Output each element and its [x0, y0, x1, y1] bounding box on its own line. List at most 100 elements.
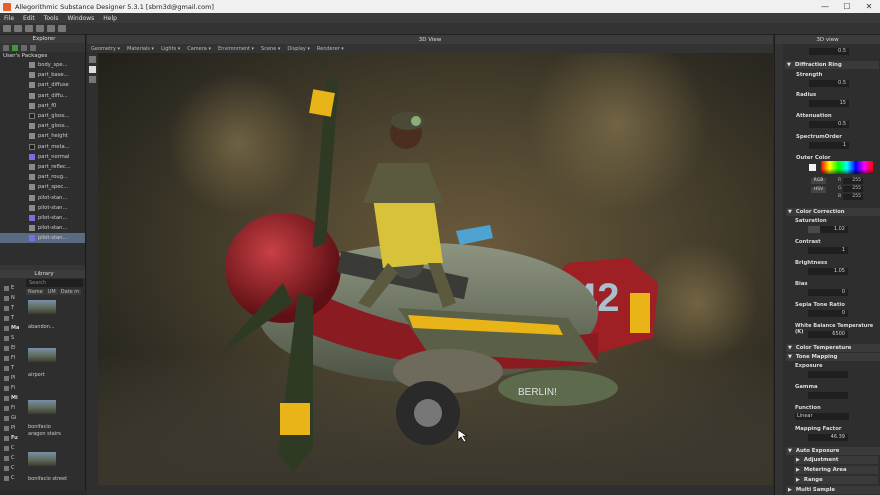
3d-render-view[interactable]: 42 BERLIN!	[98, 53, 773, 485]
rgb-mode-tag[interactable]: RGB	[811, 178, 826, 184]
menu-tools[interactable]: Tools	[44, 15, 59, 22]
gamma-field[interactable]	[808, 392, 848, 399]
menu-windows[interactable]: Windows	[67, 15, 94, 22]
open-icon[interactable]	[14, 25, 22, 32]
channel-g-field[interactable]: 255	[843, 186, 863, 192]
library-category[interactable]: Fi	[0, 403, 24, 413]
explorer-item[interactable]: part_base...	[0, 70, 85, 80]
explorer-item[interactable]: part_spec...	[0, 182, 85, 192]
viewport-menu-item[interactable]: Environment ▾	[218, 46, 254, 52]
library-category[interactable]: C	[0, 473, 24, 483]
strength-field[interactable]: 0.5	[809, 80, 849, 87]
viewport-menu-item[interactable]: Scene ▾	[261, 46, 280, 52]
menu-file[interactable]: File	[4, 15, 14, 22]
viewport-menu-item[interactable]: Display ▾	[287, 46, 310, 52]
environment-thumbnail[interactable]	[28, 400, 56, 414]
library-category[interactable]: Fi	[0, 383, 24, 393]
section-auto-exposure[interactable]: ▼ Auto Exposure	[786, 447, 880, 455]
viewport-menu-item[interactable]: Geometry ▾	[91, 46, 120, 52]
undo-icon[interactable]	[47, 25, 55, 32]
explorer-item[interactable]: part_reflec...	[0, 162, 85, 172]
library-category[interactable]: N	[0, 293, 24, 303]
top-value-field[interactable]: 0.5	[809, 48, 849, 55]
library-category[interactable]: T	[0, 303, 24, 313]
channel-r-field[interactable]: 255	[843, 178, 863, 184]
explorer-item[interactable]: body_spe...	[0, 60, 85, 70]
library-category[interactable]: El	[0, 343, 24, 353]
mapping-factor-field[interactable]: 46.39	[808, 434, 848, 441]
library-category[interactable]: C	[0, 443, 24, 453]
library-search-input[interactable]: Search	[26, 279, 83, 287]
save-all-icon[interactable]	[36, 25, 44, 32]
section-multi-sample[interactable]: ▶ Multi Sample	[786, 486, 880, 494]
brightness-field[interactable]: 1.05	[808, 268, 848, 275]
maximize-button[interactable]: ☐	[836, 0, 858, 13]
explorer-item[interactable]: part_gloss...	[0, 121, 85, 131]
library-category[interactable]: T	[0, 313, 24, 323]
section-range[interactable]: ▶ Range	[794, 476, 878, 484]
section-diffraction-ring[interactable]: ▼ Diffraction Ring	[785, 61, 879, 69]
menu-edit[interactable]: Edit	[23, 15, 35, 22]
environment-thumbnail[interactable]	[28, 348, 56, 362]
explorer-item[interactable]: pilot-stan...	[0, 192, 85, 202]
explorer-item[interactable]: part_normal	[0, 152, 85, 162]
library-category[interactable]: E	[0, 283, 24, 293]
new-icon[interactable]	[3, 25, 11, 32]
column-um[interactable]: UM	[45, 288, 58, 295]
explorer-item[interactable]: pilot-stan...	[0, 223, 85, 233]
white-balance-field[interactable]: 6500	[808, 331, 848, 338]
library-category[interactable]: Mi	[0, 393, 24, 403]
props-scroll-strip[interactable]	[775, 44, 783, 495]
hsv-mode-tag[interactable]: HSV	[811, 187, 826, 193]
explorer-item[interactable]: pilot-stan...	[0, 233, 85, 244]
save-icon[interactable]	[25, 25, 33, 32]
saturation-field[interactable]: 1.02	[808, 226, 848, 233]
attenuation-field[interactable]: 0.5	[809, 121, 849, 128]
section-tone-mapping[interactable]: ▼ Tone Mapping	[786, 353, 880, 361]
radius-field[interactable]: 15	[809, 100, 849, 107]
explorer-item[interactable]: part_f0	[0, 101, 85, 111]
library-category[interactable]: S	[0, 333, 24, 343]
menu-help[interactable]: Help	[103, 15, 117, 22]
library-category[interactable]: Pl	[0, 423, 24, 433]
minimize-button[interactable]: —	[814, 0, 836, 13]
library-category[interactable]: T	[0, 363, 24, 373]
explorer-item[interactable]: pilot-stan...	[0, 213, 85, 223]
section-metering-area[interactable]: ▶ Metering Area	[794, 466, 878, 474]
column-date[interactable]: Date m	[58, 288, 82, 295]
explorer-item[interactable]: part_gloss...	[0, 111, 85, 121]
viewport-menu-item[interactable]: Renderer ▾	[317, 46, 344, 52]
viewport-menu-item[interactable]: Camera ▾	[187, 46, 211, 52]
column-name[interactable]: Name	[26, 288, 45, 295]
sepia-field[interactable]: 0	[808, 310, 848, 317]
library-category[interactable]: Gi	[0, 413, 24, 423]
library-category[interactable]: Pl	[0, 373, 24, 383]
color-spectrum-picker[interactable]	[821, 161, 873, 174]
section-color-correction[interactable]: ▼ Color Correction	[786, 208, 880, 216]
environment-thumbnail[interactable]	[28, 452, 56, 466]
library-category[interactable]: C	[0, 463, 24, 473]
outer-color-swatch[interactable]	[809, 164, 816, 171]
function-select[interactable]: Linear	[795, 413, 849, 420]
channel-b-field[interactable]: 255	[843, 194, 863, 200]
viewport-menu-item[interactable]: Lights ▾	[161, 46, 180, 52]
select-tool-icon[interactable]	[89, 56, 96, 63]
link-icon[interactable]	[30, 44, 36, 51]
explorer-item[interactable]: part_meta...	[0, 142, 85, 152]
camera-tool-icon[interactable]	[89, 66, 96, 73]
publish-icon[interactable]	[21, 44, 27, 51]
spectrum-order-field[interactable]: 1	[809, 142, 849, 149]
bias-field[interactable]: 0	[808, 289, 848, 296]
viewport-menu-item[interactable]: Materials ▾	[127, 46, 154, 52]
new-graph-icon[interactable]	[3, 44, 9, 51]
section-color-temperature[interactable]: ▼ Color Temperature	[786, 344, 880, 352]
library-category[interactable]: Fl	[0, 353, 24, 363]
library-category[interactable]: C	[0, 453, 24, 463]
light-tool-icon[interactable]	[89, 76, 96, 83]
explorer-item[interactable]: part_roug...	[0, 172, 85, 182]
explorer-item[interactable]: part_height	[0, 131, 85, 141]
section-adjustment[interactable]: ▶ Adjustment	[794, 456, 878, 464]
contrast-field[interactable]: 1	[808, 247, 848, 254]
explorer-item[interactable]: part_diffuse	[0, 80, 85, 90]
redo-icon[interactable]	[58, 25, 66, 32]
